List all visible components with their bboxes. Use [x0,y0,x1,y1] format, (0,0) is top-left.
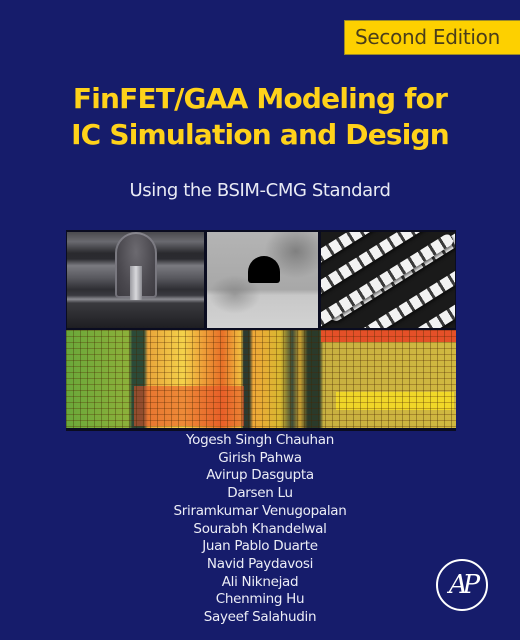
cover-image-strip [66,230,456,330]
author-name: Avirup Dasgupta [206,467,314,484]
publisher-logo-text: AP [448,570,480,600]
author-name: Girish Pahwa [218,449,302,466]
fin-structure [130,266,142,300]
author-name: Yogesh Singh Chauhan [186,432,334,448]
chip-die-image [66,329,456,431]
nanosheet-array-image [321,232,455,328]
edition-label: Second Edition [355,25,500,49]
author-name: Juan Pablo Duarte [202,538,318,555]
chip-grid-overlay [66,330,456,428]
book-title-line-2: IC Simulation and Design [71,118,450,151]
finfet-sem-image [67,232,204,328]
book-subtitle: Using the BSIM-CMG Standard [129,180,391,201]
author-name: Sourabh Khandelwal [193,520,327,537]
author-name: Darsen Lu [227,485,293,502]
gaa-tem-image [207,232,318,328]
author-name: Sriramkumar Venugopalan [173,502,347,519]
author-name: Sayeef Salahudin [203,609,317,626]
book-cover: Second Edition FinFET/GAA Modeling for I… [0,0,520,640]
edition-badge: Second Edition [344,20,520,55]
publisher-logo-icon: AP [436,559,488,611]
book-title-line-1: FinFET/GAA Modeling for [72,82,448,115]
nanowire-cross-section [248,256,280,283]
